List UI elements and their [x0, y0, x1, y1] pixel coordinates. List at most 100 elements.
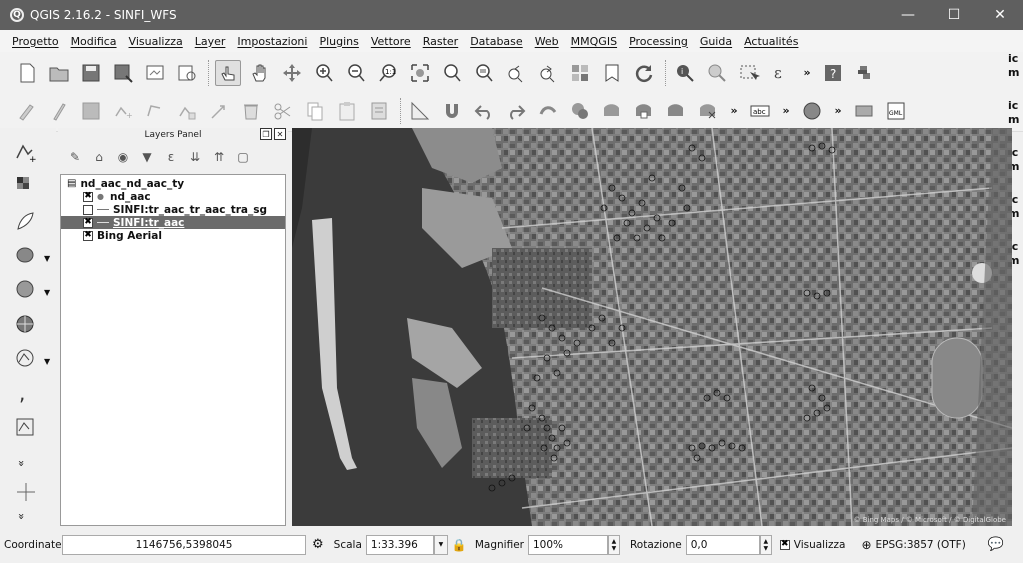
- copy-features-button[interactable]: [302, 98, 328, 124]
- new-print-composer-button[interactable]: [142, 60, 168, 86]
- label-toolbar-button[interactable]: abc: [747, 98, 773, 124]
- layer-visibility-checkbox[interactable]: [83, 204, 93, 215]
- delete-ring-button[interactable]: [695, 98, 721, 124]
- float-panel-button[interactable]: ❐: [260, 128, 272, 140]
- more-tools-button-2[interactable]: »: [6, 510, 50, 523]
- add-vector-layer-button[interactable]: +: [6, 136, 50, 168]
- menu-mmqgis[interactable]: MMQGIS: [571, 35, 617, 48]
- help-button[interactable]: ?: [820, 60, 846, 86]
- filter-expression-icon[interactable]: ε: [162, 148, 180, 166]
- layer-row[interactable]: ▤ nd_aac_nd_aac_ty: [61, 177, 285, 190]
- magnifier-spinner[interactable]: ▲ ▼: [607, 534, 620, 555]
- menu-layer[interactable]: Layer: [195, 35, 226, 48]
- identify-features-button[interactable]: i: [672, 60, 698, 86]
- gml-plugin-button[interactable]: [851, 98, 877, 124]
- toggle-editing-button[interactable]: [46, 98, 72, 124]
- layer-row[interactable]: ✖ Bing Aerial: [61, 229, 285, 242]
- menu-vettore[interactable]: Vettore: [371, 35, 411, 48]
- simplify-feature-button[interactable]: [567, 98, 593, 124]
- new-bookmark-button[interactable]: [599, 60, 625, 86]
- redo-button[interactable]: [503, 98, 529, 124]
- lock-scale-icon[interactable]: 🔒: [452, 538, 467, 552]
- select-features-button[interactable]: [736, 60, 762, 86]
- close-panel-button[interactable]: ✕: [274, 128, 286, 140]
- menu-processing[interactable]: Processing: [629, 35, 688, 48]
- remove-layer-icon[interactable]: ▢: [234, 148, 252, 166]
- expand-all-icon[interactable]: ⇊: [186, 148, 204, 166]
- menu-impostazioni[interactable]: Impostazioni: [237, 35, 307, 48]
- layer-visibility-checkbox[interactable]: ✖: [83, 230, 93, 241]
- magnifier-field[interactable]: 100%: [527, 534, 608, 555]
- add-delimited-text-button[interactable]: ,: [6, 378, 50, 410]
- map-themes-eye-icon[interactable]: ◉: [114, 148, 132, 166]
- zoom-to-selection-button[interactable]: [439, 60, 465, 86]
- layer-row[interactable]: SINFI:tr_aac_tr_aac_tra_sg: [61, 203, 285, 216]
- minimize-button[interactable]: —: [885, 0, 931, 30]
- add-wcs-layer-button[interactable]: [6, 309, 50, 341]
- fill-ring-button[interactable]: [663, 98, 689, 124]
- zoom-next-button[interactable]: [535, 60, 561, 86]
- toggle-extents-icon[interactable]: ⚙: [312, 537, 324, 552]
- zoom-in-button[interactable]: [311, 60, 337, 86]
- menu-raster[interactable]: Raster: [423, 35, 458, 48]
- scale-combobox[interactable]: 1:33.396: [365, 534, 434, 555]
- move-feature-button[interactable]: [206, 98, 232, 124]
- layer-visibility-checkbox[interactable]: ✖: [83, 217, 93, 228]
- cut-features-button[interactable]: [270, 98, 296, 124]
- toolbar1-overflow[interactable]: »: [800, 60, 814, 86]
- measure-button[interactable]: [407, 98, 433, 124]
- python-console-button[interactable]: [852, 60, 878, 86]
- field-calculator-button[interactable]: [366, 98, 392, 124]
- zoom-full-button[interactable]: [407, 60, 433, 86]
- menu-plugins[interactable]: Plugins: [319, 35, 358, 48]
- add-ring-button[interactable]: [599, 98, 625, 124]
- add-postgis-layer-button[interactable]: ▼: [6, 240, 50, 272]
- save-layer-edits-button[interactable]: [78, 98, 104, 124]
- layer-visibility-checkbox[interactable]: ✖: [83, 191, 93, 202]
- snapping-button[interactable]: [439, 98, 465, 124]
- open-project-button[interactable]: [46, 60, 72, 86]
- zoom-last-button[interactable]: [503, 60, 529, 86]
- menu-progetto[interactable]: Progetto: [12, 35, 59, 48]
- add-spatialite-layer-button[interactable]: [6, 205, 50, 237]
- pan-to-selection-button[interactable]: [279, 60, 305, 86]
- rotate-feature-button[interactable]: [535, 98, 561, 124]
- add-part-button[interactable]: [631, 98, 657, 124]
- gml-export-button[interactable]: GML: [883, 98, 909, 124]
- scale-dropdown-arrow[interactable]: ▼: [433, 534, 448, 555]
- node-tool-button[interactable]: [174, 98, 200, 124]
- rotation-field[interactable]: 0,0: [685, 534, 760, 555]
- add-wfs-layer-button[interactable]: ▼: [6, 343, 50, 375]
- globe-plugin-button[interactable]: [799, 98, 825, 124]
- zoom-native-button[interactable]: 1:1: [375, 60, 401, 86]
- paste-features-button[interactable]: [334, 98, 360, 124]
- tile-scale-button[interactable]: [567, 60, 593, 86]
- layer-row[interactable]: ✖ ● nd_aac: [61, 190, 285, 203]
- current-edits-button[interactable]: [14, 98, 40, 124]
- layer-row-selected[interactable]: ✖ SINFI:tr_aac: [61, 216, 285, 229]
- close-button[interactable]: ✕: [977, 0, 1023, 30]
- rotation-spinner[interactable]: ▲ ▼: [759, 534, 772, 555]
- map-canvas[interactable]: © Bing Maps / © Microsoft / © DigitalGlo…: [292, 128, 1012, 526]
- identify-dropdown-button[interactable]: [704, 60, 730, 86]
- add-virtual-layer-button[interactable]: [6, 413, 50, 445]
- crs-status-button[interactable]: EPSG:3857 (OTF): [876, 539, 966, 551]
- zoom-to-layer-button[interactable]: [471, 60, 497, 86]
- menu-visualizza[interactable]: Visualizza: [129, 35, 183, 48]
- toolbar4-overflow[interactable]: »: [831, 98, 845, 124]
- crosshair-tool-button[interactable]: [6, 477, 50, 507]
- collapse-all-icon[interactable]: ⇈: [210, 148, 228, 166]
- menu-modifica[interactable]: Modifica: [71, 35, 117, 48]
- pan-map-button[interactable]: [247, 60, 273, 86]
- crs-globe-icon[interactable]: ⊕: [861, 538, 871, 552]
- add-wms-layer-button[interactable]: ▼: [6, 274, 50, 306]
- zoom-out-button[interactable]: [343, 60, 369, 86]
- menu-web[interactable]: Web: [535, 35, 559, 48]
- add-feature-button[interactable]: +: [110, 98, 136, 124]
- save-project-button[interactable]: [78, 60, 104, 86]
- add-group-icon[interactable]: ⌂: [90, 148, 108, 166]
- messages-icon[interactable]: 💬: [988, 537, 1004, 552]
- layer-style-brush-icon[interactable]: ✎: [66, 148, 84, 166]
- menu-guida[interactable]: Guida: [700, 35, 732, 48]
- delete-selected-button[interactable]: [238, 98, 264, 124]
